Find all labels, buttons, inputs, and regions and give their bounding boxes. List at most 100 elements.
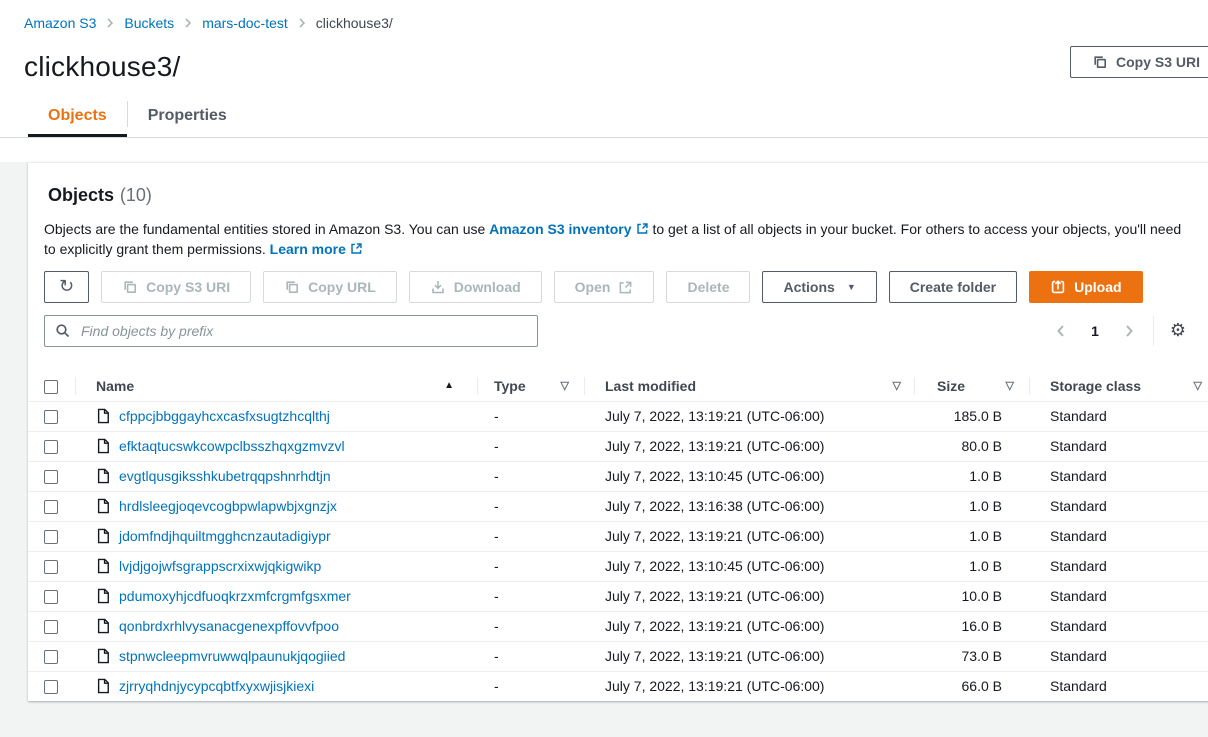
copy-s3-uri-header-button[interactable]: Copy S3 URI (1070, 46, 1208, 78)
sort-icon: ▽ (1194, 379, 1202, 392)
breadcrumb: Amazon S3 Buckets mars-doc-test clickhou… (0, 0, 1208, 31)
table-row: cfppcjbbggayhcxcasfxsugtzhcqlthj - July … (28, 401, 1208, 431)
object-name-link[interactable]: cfppcjbbggayhcxcasfxsugtzhcqlthj (119, 408, 330, 424)
row-checkbox[interactable] (44, 440, 58, 454)
object-type-cell: - (478, 641, 585, 671)
object-name-link[interactable]: lvjdjgojwfsgrappscrxixwjqkigwikp (119, 558, 321, 574)
table-row: efktaqtucswkcowpclbsszhqxgzmvzvl - July … (28, 431, 1208, 461)
objects-toolbar: ↻ Copy S3 URI Copy URL Download Open (44, 271, 1202, 303)
file-icon (96, 618, 110, 634)
file-icon (96, 498, 110, 514)
object-size-cell: 80.0 B (915, 431, 1030, 461)
copy-s3-uri-button[interactable]: Copy S3 URI (101, 271, 251, 303)
object-type-cell: - (478, 671, 585, 701)
search-box (44, 315, 538, 347)
object-type-cell: - (478, 491, 585, 521)
object-last-modified-cell: July 7, 2022, 13:19:21 (UTC-06:00) (585, 611, 915, 641)
row-checkbox[interactable] (44, 590, 58, 604)
file-icon (96, 408, 110, 424)
next-page-button[interactable] (1119, 321, 1139, 341)
object-storage-class-cell: Standard (1030, 431, 1208, 461)
table-row: stpnwcleepmvruwwqlpaunukjqogiied - July … (28, 641, 1208, 671)
object-last-modified-cell: July 7, 2022, 13:19:21 (UTC-06:00) (585, 671, 915, 701)
row-checkbox[interactable] (44, 530, 58, 544)
row-checkbox[interactable] (44, 470, 58, 484)
column-header-type[interactable]: Type▽ (494, 378, 569, 394)
open-button[interactable]: Open (554, 271, 655, 303)
create-folder-button[interactable]: Create folder (889, 271, 1017, 303)
object-size-cell: 66.0 B (915, 671, 1030, 701)
table-row: evgtlqusgiksshkubetrqqpshnrhdtjn - July … (28, 461, 1208, 491)
breadcrumb-link-buckets[interactable]: Buckets (124, 15, 174, 31)
column-header-size[interactable]: Size▽ (937, 378, 1014, 394)
search-input[interactable] (44, 315, 538, 347)
gear-icon[interactable]: ⚙ (1168, 320, 1188, 342)
object-size-cell: 10.0 B (915, 581, 1030, 611)
row-checkbox[interactable] (44, 560, 58, 574)
breadcrumb-separator-icon (105, 17, 115, 29)
object-storage-class-cell: Standard (1030, 461, 1208, 491)
copy-url-button[interactable]: Copy URL (263, 271, 397, 303)
copy-icon (1092, 54, 1108, 70)
panel-title: Objects (48, 185, 114, 205)
file-icon (96, 468, 110, 484)
breadcrumb-current: clickhouse3/ (316, 15, 393, 31)
object-storage-class-cell: Standard (1030, 671, 1208, 701)
object-name-link[interactable]: pdumoxyhjcdfuoqkrzxmfcrgmfgsxmer (119, 588, 351, 604)
column-header-last-modified[interactable]: Last modified▽ (605, 378, 901, 394)
select-all-checkbox[interactable] (44, 380, 58, 394)
objects-panel: Objects (10) Objects are the fundamental… (28, 162, 1208, 701)
object-name-link[interactable]: stpnwcleepmvruwwqlpaunukjqogiied (119, 648, 345, 664)
object-name-link[interactable]: qonbrdxrhlvysanacgenexpffovvfpoo (119, 618, 339, 634)
download-button[interactable]: Download (409, 271, 542, 303)
object-size-cell: 1.0 B (915, 461, 1030, 491)
row-checkbox[interactable] (44, 410, 58, 424)
object-name-link[interactable]: evgtlqusgiksshkubetrqqpshnrhdtjn (119, 468, 331, 484)
file-icon (96, 588, 110, 604)
pagination-divider (1153, 316, 1154, 346)
content-area: Objects (10) Objects are the fundamental… (0, 162, 1208, 737)
file-icon (96, 678, 110, 694)
sort-icon: ▽ (1006, 379, 1014, 392)
sort-ascending-icon: ▲ (444, 380, 454, 391)
inventory-link[interactable]: Amazon S3 inventory (489, 221, 648, 237)
file-icon (96, 438, 110, 454)
object-name-link[interactable]: jdomfndjhquiltmgghcnzautadigiypr (119, 528, 331, 544)
table-row: lvjdjgojwfsgrappscrxixwjqkigwikp - July … (28, 551, 1208, 581)
actions-button[interactable]: Actions ▼ (762, 271, 876, 303)
column-header-name[interactable]: Name▲ (96, 378, 454, 394)
refresh-button[interactable]: ↻ (44, 271, 89, 303)
object-last-modified-cell: July 7, 2022, 13:19:21 (UTC-06:00) (585, 401, 915, 431)
learn-more-link[interactable]: Learn more (270, 241, 363, 257)
object-storage-class-cell: Standard (1030, 491, 1208, 521)
copy-icon (122, 279, 138, 295)
breadcrumb-link-bucket[interactable]: mars-doc-test (202, 15, 288, 31)
previous-page-button[interactable] (1051, 321, 1071, 341)
breadcrumb-link-amazon-s3[interactable]: Amazon S3 (24, 15, 96, 31)
breadcrumb-separator-icon (183, 17, 193, 29)
object-name-link[interactable]: efktaqtucswkcowpclbsszhqxgzmvzvl (119, 438, 345, 454)
delete-button[interactable]: Delete (666, 271, 750, 303)
object-size-cell: 73.0 B (915, 641, 1030, 671)
object-name-link[interactable]: hrdlsleegjoqevcogbpwlapwbjxgnzjx (119, 498, 337, 514)
upload-button[interactable]: Upload (1029, 271, 1142, 303)
table-row: hrdlsleegjoqevcogbpwlapwbjxgnzjx - July … (28, 491, 1208, 521)
object-last-modified-cell: July 7, 2022, 13:10:45 (UTC-06:00) (585, 551, 915, 581)
copy-icon (284, 279, 300, 295)
object-rows: cfppcjbbggayhcxcasfxsugtzhcqlthj - July … (28, 401, 1208, 701)
page-number[interactable]: 1 (1085, 323, 1105, 339)
tab-objects[interactable]: Objects (28, 97, 127, 137)
object-size-cell: 16.0 B (915, 611, 1030, 641)
object-name-link[interactable]: zjrryqhdnjycypcqbtfxyxwjisjkiexi (119, 678, 314, 694)
row-checkbox[interactable] (44, 650, 58, 664)
object-type-cell: - (478, 551, 585, 581)
search-icon (55, 323, 71, 339)
file-icon (96, 558, 110, 574)
row-checkbox[interactable] (44, 500, 58, 514)
row-checkbox[interactable] (44, 680, 58, 694)
object-last-modified-cell: July 7, 2022, 13:19:21 (UTC-06:00) (585, 581, 915, 611)
row-checkbox[interactable] (44, 620, 58, 634)
tab-properties[interactable]: Properties (128, 97, 247, 137)
page-title: clickhouse3/ (24, 51, 1208, 83)
column-header-storage-class[interactable]: Storage class▽ (1050, 378, 1202, 394)
